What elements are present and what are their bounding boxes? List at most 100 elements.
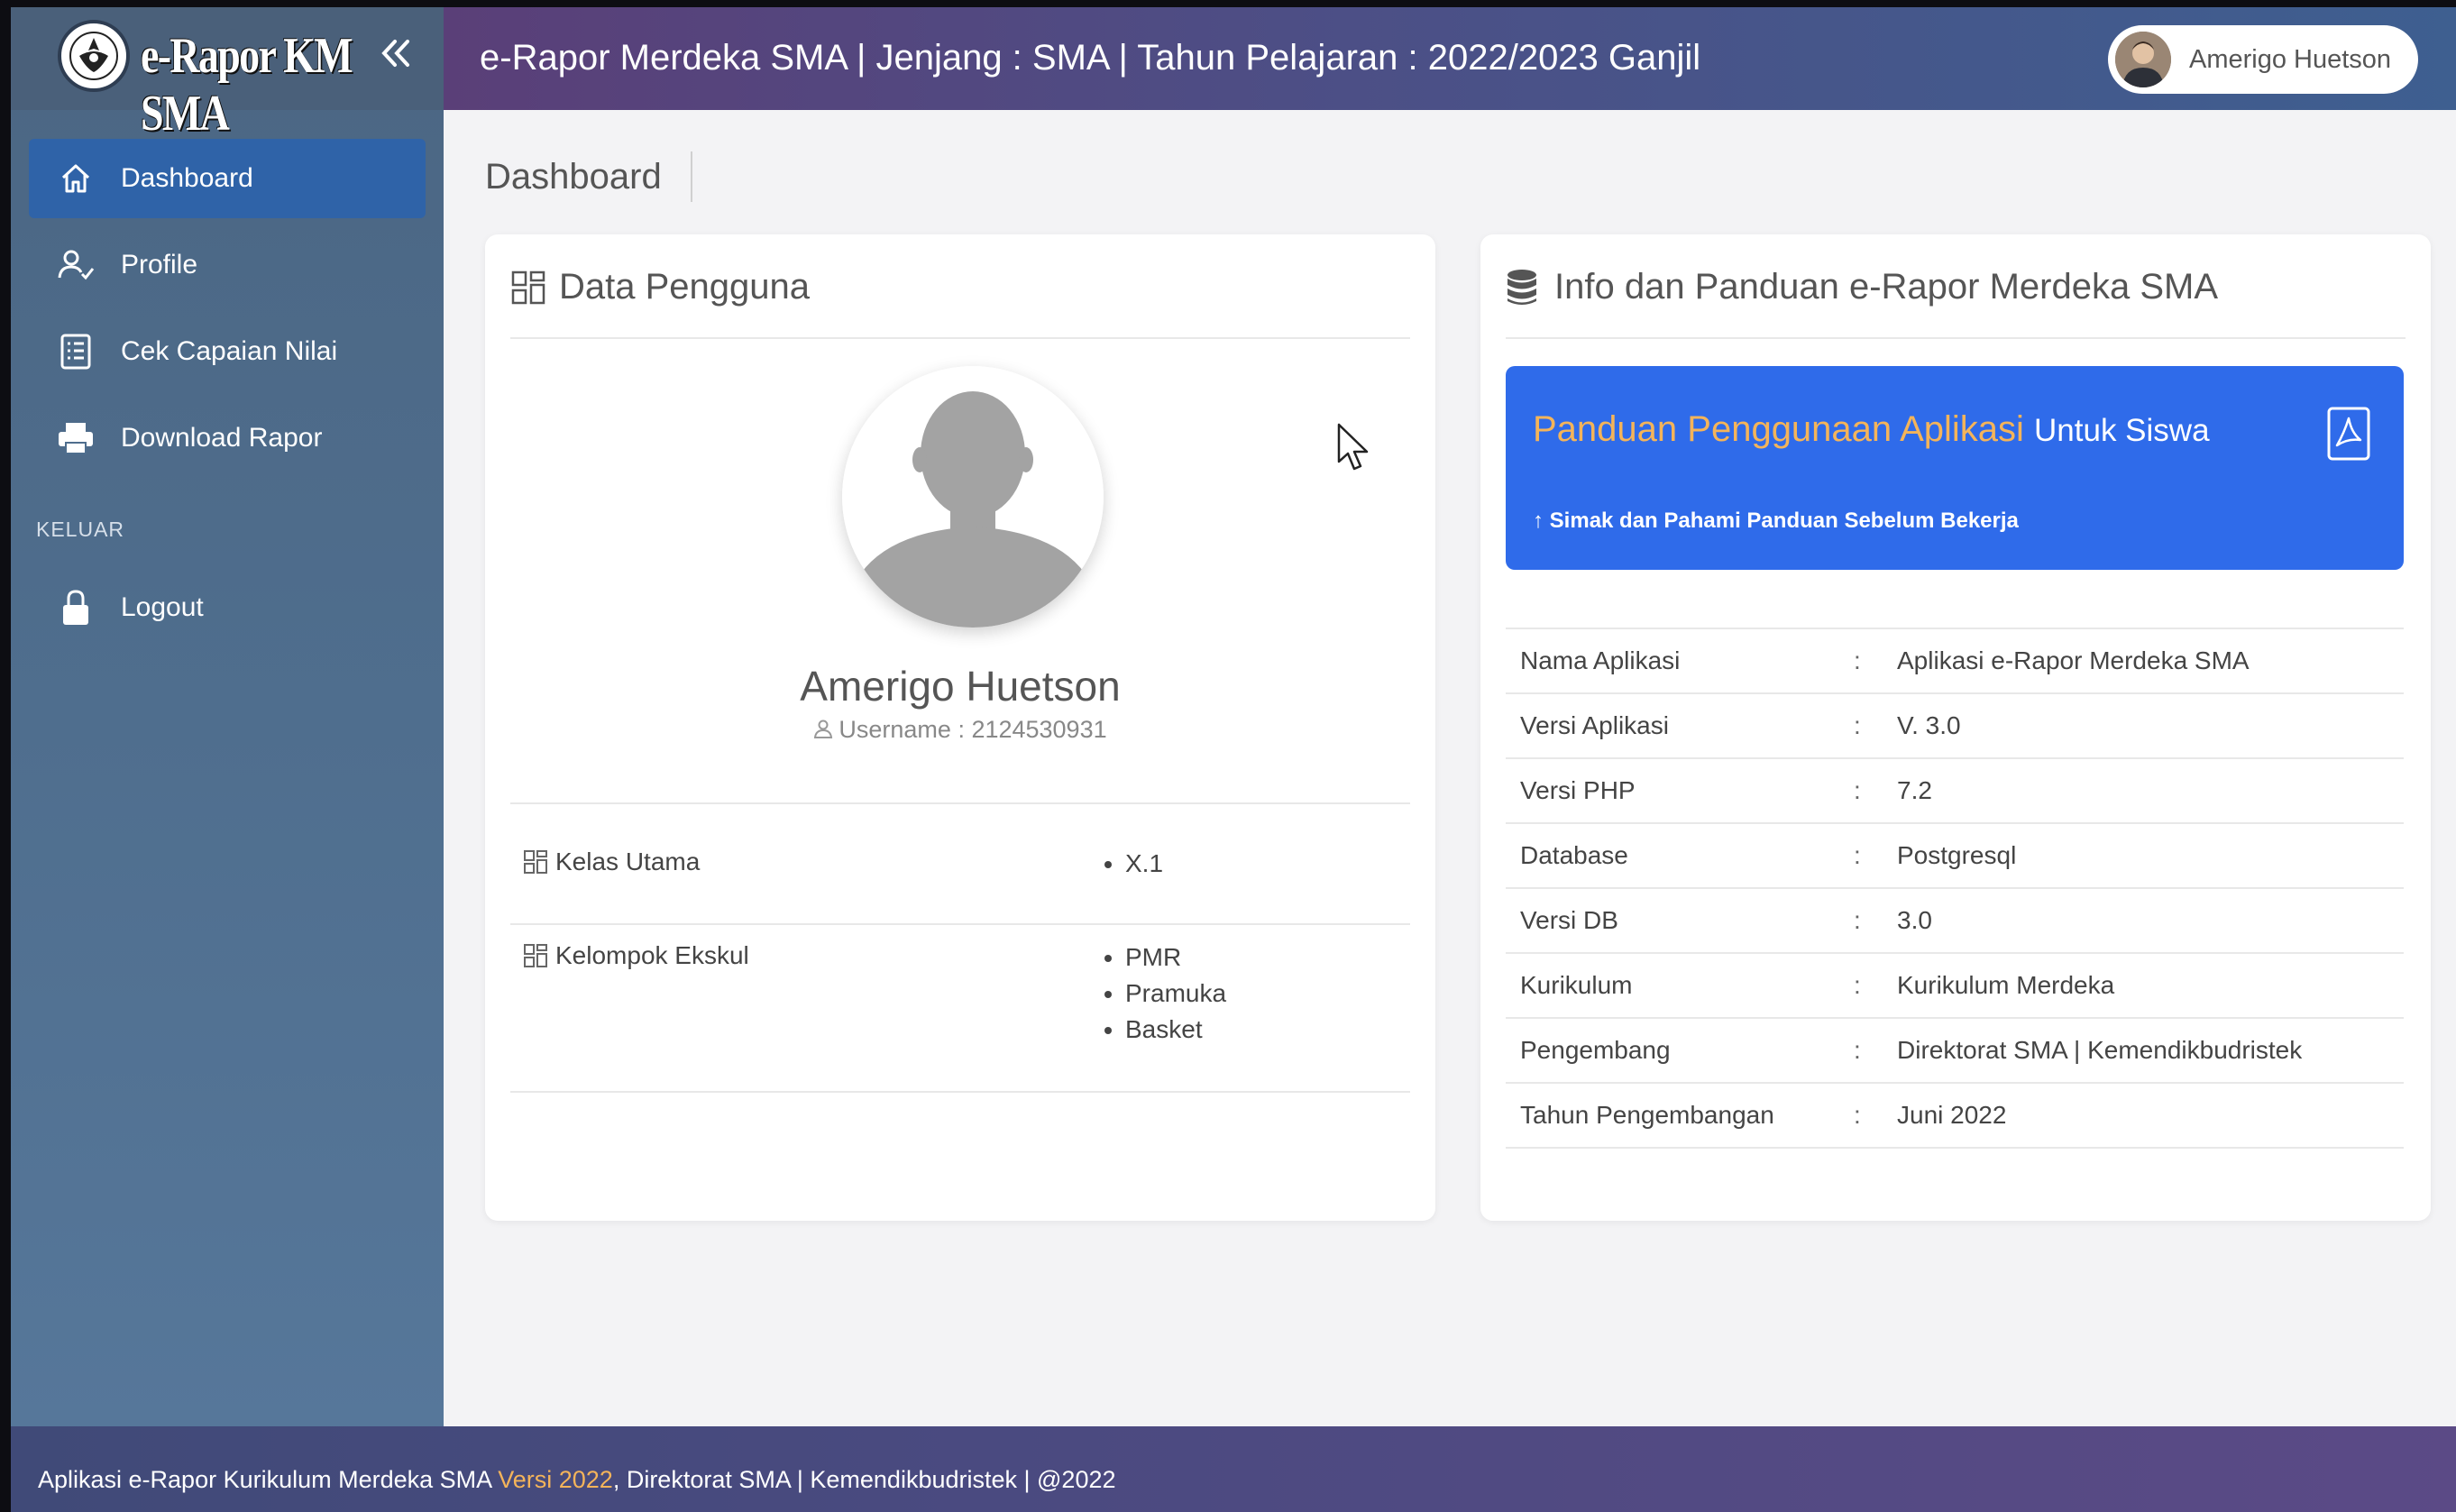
info-value: V. 3.0 [1897, 693, 2404, 759]
app-info-table: Nama Aplikasi: Aplikasi e-Rapor Merdeka S… [1506, 628, 2404, 1149]
info-key: Kurikulum [1506, 953, 1854, 1019]
user-data-card: Data Pengguna Amerigo Huetson Username :… [485, 234, 1435, 1221]
info-value: Direktorat SMA | Kemendikbudristek [1897, 1018, 2404, 1084]
sidebar-item-profile[interactable]: Profile [29, 225, 426, 305]
info-key: Versi PHP [1506, 758, 1854, 824]
mouse-cursor-icon [1337, 423, 1369, 471]
guide-title-highlight: Panduan Penggunaan Aplikasi [1533, 409, 2024, 449]
list-item: Basket [1125, 1012, 1226, 1048]
footer: Aplikasi e-Rapor Kurikulum Merdeka SMA V… [11, 1426, 2456, 1512]
document-list-icon [54, 330, 97, 373]
grid-icon [523, 943, 548, 968]
tut-wuri-logo-icon [58, 20, 130, 92]
footer-prefix: Aplikasi e-Rapor Kurikulum Merdeka SMA [38, 1466, 491, 1493]
sidebar-item-label: Logout [121, 592, 204, 622]
page-title: Dashboard [485, 157, 662, 197]
screen-frame: e-Rapor KM SMA Dashboard Profile Cek Cap… [0, 0, 2456, 1512]
footer-version: Versi 2022 [498, 1466, 613, 1493]
info-colon: : [1854, 823, 1897, 889]
database-icon [1506, 269, 1544, 307]
kelas-utama-label-text: Kelas Utama [555, 848, 701, 875]
sidebar-item-label: Download Rapor [121, 423, 323, 453]
table-row: Versi PHP:7.2 [1506, 758, 2404, 824]
sidebar-item-logout[interactable]: Logout [29, 568, 426, 647]
sidebar: e-Rapor KM SMA Dashboard Profile Cek Cap… [11, 7, 444, 1426]
printer-icon [54, 417, 97, 460]
info-colon: : [1854, 1083, 1897, 1149]
lock-icon [54, 586, 97, 629]
card-title: Data Pengguna [559, 267, 811, 307]
list-item: PMR [1125, 939, 1226, 976]
table-row: Versi DB:3.0 [1506, 888, 2404, 954]
card-title: Info dan Panduan e-Rapor Merdeka SMA [1554, 267, 2218, 307]
info-colon: : [1854, 758, 1897, 824]
info-value: Postgresql [1897, 823, 2404, 889]
user-name: Amerigo Huetson [2189, 44, 2392, 74]
kelompok-ekskul-label-text: Kelompok Ekskul [555, 941, 749, 969]
kelompok-ekskul-label: Kelompok Ekskul [523, 941, 749, 970]
divider [510, 337, 1410, 339]
pdf-file-icon[interactable] [2326, 406, 2371, 462]
info-key: Pengembang [1506, 1018, 1854, 1084]
info-value: Aplikasi e-Rapor Merdeka SMA [1897, 628, 2404, 694]
info-value: 7.2 [1897, 758, 2404, 824]
user-menu-button[interactable]: Amerigo Huetson [2108, 25, 2418, 94]
avatar [2115, 32, 2171, 87]
info-key: Versi DB [1506, 888, 1854, 954]
kelas-utama-row: Kelas Utama X.1 [510, 802, 1410, 925]
kelas-utama-label: Kelas Utama [523, 848, 700, 876]
footer-text: Aplikasi e-Rapor Kurikulum Merdeka SMA V… [38, 1466, 1116, 1494]
table-row: Pengembang: Direktorat SMA | Kemendikbudr… [1506, 1018, 2404, 1084]
sidebar-item-label: Profile [121, 250, 198, 279]
guide-title-rest: Untuk Siswa [2034, 413, 2210, 448]
title-divider [691, 151, 692, 202]
grid-icon [523, 849, 548, 875]
divider [1506, 337, 2406, 339]
kelompok-ekskul-list: PMR Pramuka Basket [1098, 939, 1226, 1048]
info-key: Nama Aplikasi [1506, 628, 1854, 694]
card-header: Data Pengguna [510, 267, 810, 307]
sidebar-item-label: Dashboard [121, 163, 253, 193]
kelompok-ekskul-row: Kelompok Ekskul PMR Pramuka Basket [510, 923, 1410, 1093]
profile-avatar [842, 366, 1104, 628]
guide-title: Panduan Penggunaan Aplikasi Untuk Siswa [1533, 409, 2210, 450]
info-value: Kurikulum Merdeka [1897, 953, 2404, 1019]
sidebar-item-cek-capaian-nilai[interactable]: Cek Capaian Nilai [29, 312, 426, 391]
user-check-icon [54, 243, 97, 287]
sidebar-item-dashboard[interactable]: Dashboard [29, 139, 426, 218]
collapse-sidebar-icon[interactable] [375, 32, 417, 74]
list-item: Pramuka [1125, 976, 1226, 1012]
info-key: Versi Aplikasi [1506, 693, 1854, 759]
table-row: Tahun Pengembangan: Juni 2022 [1506, 1083, 2404, 1149]
info-colon: : [1854, 693, 1897, 759]
guide-subtitle-text: Simak dan Pahami Panduan Sebelum Bekerja [1549, 509, 2019, 533]
topbar: e-Rapor Merdeka SMA | Jenjang : SMA | Ta… [444, 7, 2456, 110]
grid-icon [510, 269, 548, 307]
list-item: X.1 [1125, 846, 1163, 882]
sidebar-brand: e-Rapor KM SMA [11, 7, 444, 142]
app-window: e-Rapor KM SMA Dashboard Profile Cek Cap… [11, 7, 2456, 1512]
table-row: Nama Aplikasi: Aplikasi e-Rapor Merdeka S… [1506, 628, 2404, 694]
info-colon: : [1854, 628, 1897, 694]
table-row: Database: Postgresql [1506, 823, 2404, 889]
header-title: e-Rapor Merdeka SMA | Jenjang : SMA | Ta… [480, 38, 1701, 78]
app-info-card: Info dan Panduan e-Rapor Merdeka SMA Pan… [1480, 234, 2431, 1221]
info-value: Juni 2022 [1897, 1083, 2404, 1149]
info-value: 3.0 [1897, 888, 2404, 954]
table-row: Kurikulum: Kurikulum Merdeka [1506, 953, 2404, 1019]
brand-name: e-Rapor KM SMA [141, 28, 353, 142]
info-key: Database [1506, 823, 1854, 889]
sidebar-item-label: Cek Capaian Nilai [121, 336, 338, 366]
username-text: Username : 2124530931 [839, 716, 1107, 743]
profile-name: Amerigo Huetson [800, 663, 1121, 710]
sidebar-item-download-rapor[interactable]: Download Rapor [29, 399, 426, 478]
footer-suffix: , Direktorat SMA | Kemendikbudristek | @… [612, 1466, 1116, 1493]
user-icon [813, 717, 833, 745]
guide-subtitle: ↑ Simak dan Pahami Panduan Sebelum Beker… [1533, 509, 2019, 534]
profile-username: Username : 2124530931 [485, 716, 1435, 745]
kelas-utama-list: X.1 [1098, 846, 1163, 882]
info-key: Tahun Pengembangan [1506, 1083, 1854, 1149]
arrow-up-icon: ↑ [1533, 509, 1544, 533]
guide-banner[interactable]: Panduan Penggunaan Aplikasi Untuk Siswa … [1506, 366, 2404, 570]
info-colon: : [1854, 1018, 1897, 1084]
